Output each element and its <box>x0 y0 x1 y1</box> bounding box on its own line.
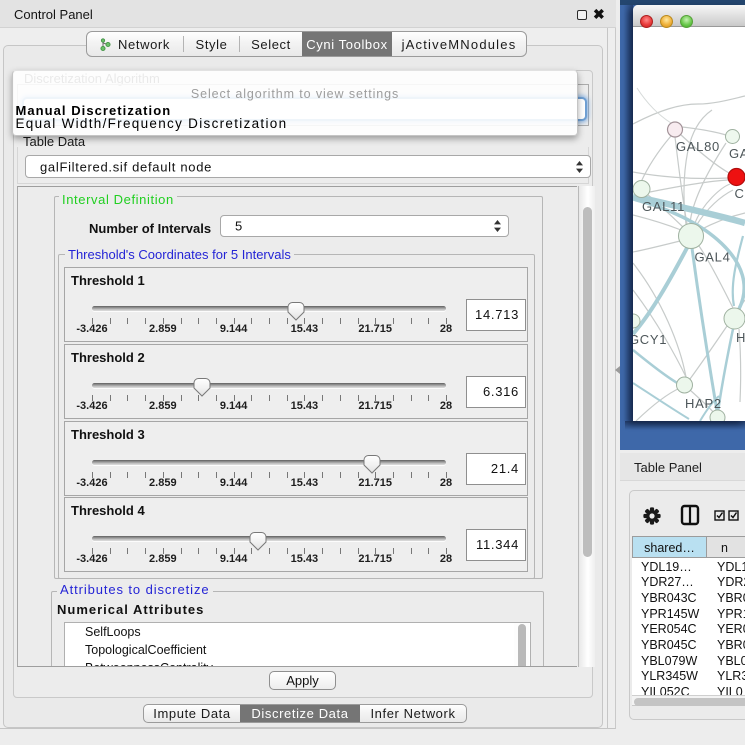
svg-text:HA: HA <box>736 330 745 345</box>
svg-text:C: C <box>735 186 745 201</box>
svg-text:GAL4: GAL4 <box>695 250 731 265</box>
svg-text:GCY1: GCY1 <box>633 332 667 347</box>
svg-text:GA: GA <box>729 146 745 161</box>
svg-text:HAP2: HAP2 <box>685 396 722 411</box>
svg-text:GAL11: GAL11 <box>642 199 685 214</box>
svg-text:GAL80: GAL80 <box>676 139 720 154</box>
